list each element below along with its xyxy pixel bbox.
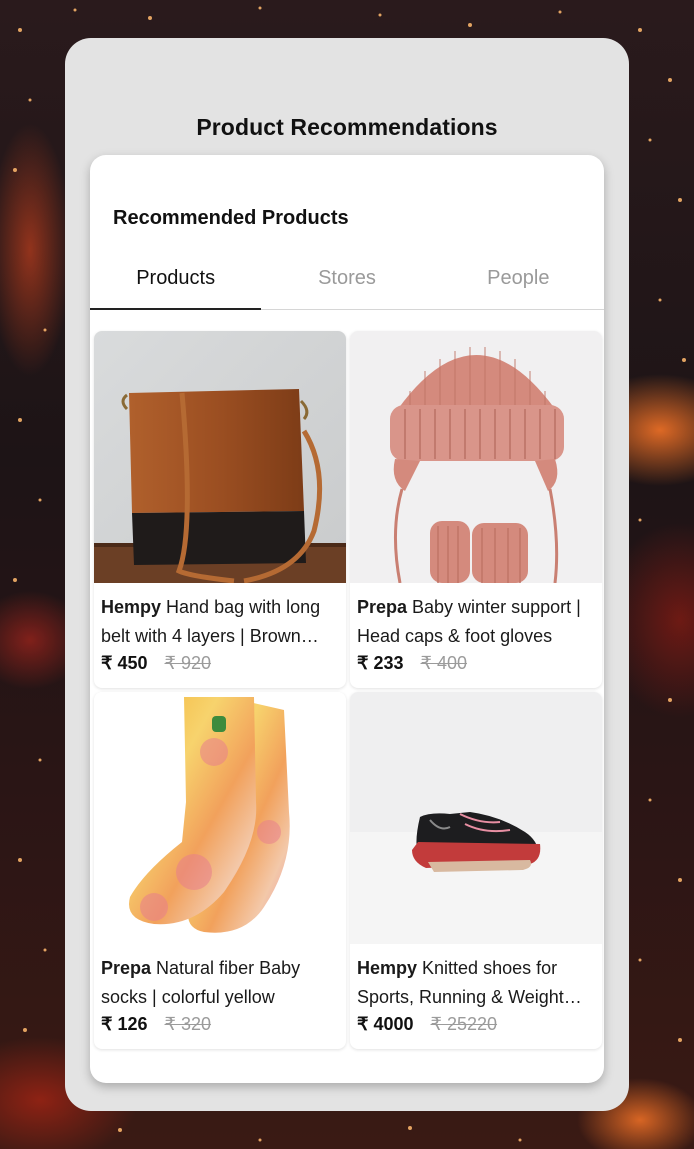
product-price: ₹ 450 xyxy=(101,653,148,673)
product-original-price: ₹ 320 xyxy=(164,1014,212,1034)
product-card[interactable]: Prepa Baby winter support | Head caps & f… xyxy=(350,331,602,688)
product-image-socks xyxy=(94,692,346,944)
product-price: ₹ 4000 xyxy=(357,1014,414,1034)
product-brand: Prepa xyxy=(101,958,152,978)
product-brand: Hempy xyxy=(101,597,162,617)
product-brand: Prepa xyxy=(357,597,408,617)
tab-people[interactable]: People xyxy=(433,249,604,309)
price-row: ₹ 450 ₹ 920 xyxy=(101,653,339,674)
recommendations-card: Recommended Products Products Stores Peo… xyxy=(90,155,604,1083)
price-row: ₹ 4000 ₹ 25220 xyxy=(357,1014,595,1035)
page-title: Product Recommendations xyxy=(196,114,498,140)
price-row: ₹ 233 ₹ 400 xyxy=(357,653,595,674)
product-title: Hempy Hand bag with long belt with 4 laye… xyxy=(101,593,339,651)
product-card[interactable]: Hempy Hand bag with long belt with 4 laye… xyxy=(94,331,346,688)
card-heading: Recommended Products xyxy=(113,207,349,229)
tab-stores[interactable]: Stores xyxy=(261,249,432,309)
product-title: Prepa Natural fiber Baby socks | colorful… xyxy=(101,954,339,1012)
product-original-price: ₹ 400 xyxy=(420,653,468,673)
product-image-handbag xyxy=(94,331,346,583)
product-price: ₹ 126 xyxy=(101,1014,148,1034)
product-image-shoe xyxy=(350,692,602,944)
product-image-baby-cap xyxy=(350,331,602,583)
product-original-price: ₹ 920 xyxy=(164,653,212,673)
tab-bar: Products Stores People xyxy=(90,249,604,310)
product-card[interactable]: Hempy Knitted shoes for Sports, Running &… xyxy=(350,692,602,1049)
price-row: ₹ 126 ₹ 320 xyxy=(101,1014,339,1035)
product-card[interactable]: Prepa Natural fiber Baby socks | colorful… xyxy=(94,692,346,1049)
product-price: ₹ 233 xyxy=(357,653,404,673)
product-brand: Hempy xyxy=(357,958,418,978)
product-original-price: ₹ 25220 xyxy=(430,1014,498,1034)
product-title: Prepa Baby winter support | Head caps & f… xyxy=(357,593,595,651)
product-title: Hempy Knitted shoes for Sports, Running &… xyxy=(357,954,595,1012)
tab-products[interactable]: Products xyxy=(90,249,262,310)
phone-frame: Product Recommendations Recommended Prod… xyxy=(65,38,629,1111)
product-grid: Hempy Hand bag with long belt with 4 laye… xyxy=(94,331,602,1049)
